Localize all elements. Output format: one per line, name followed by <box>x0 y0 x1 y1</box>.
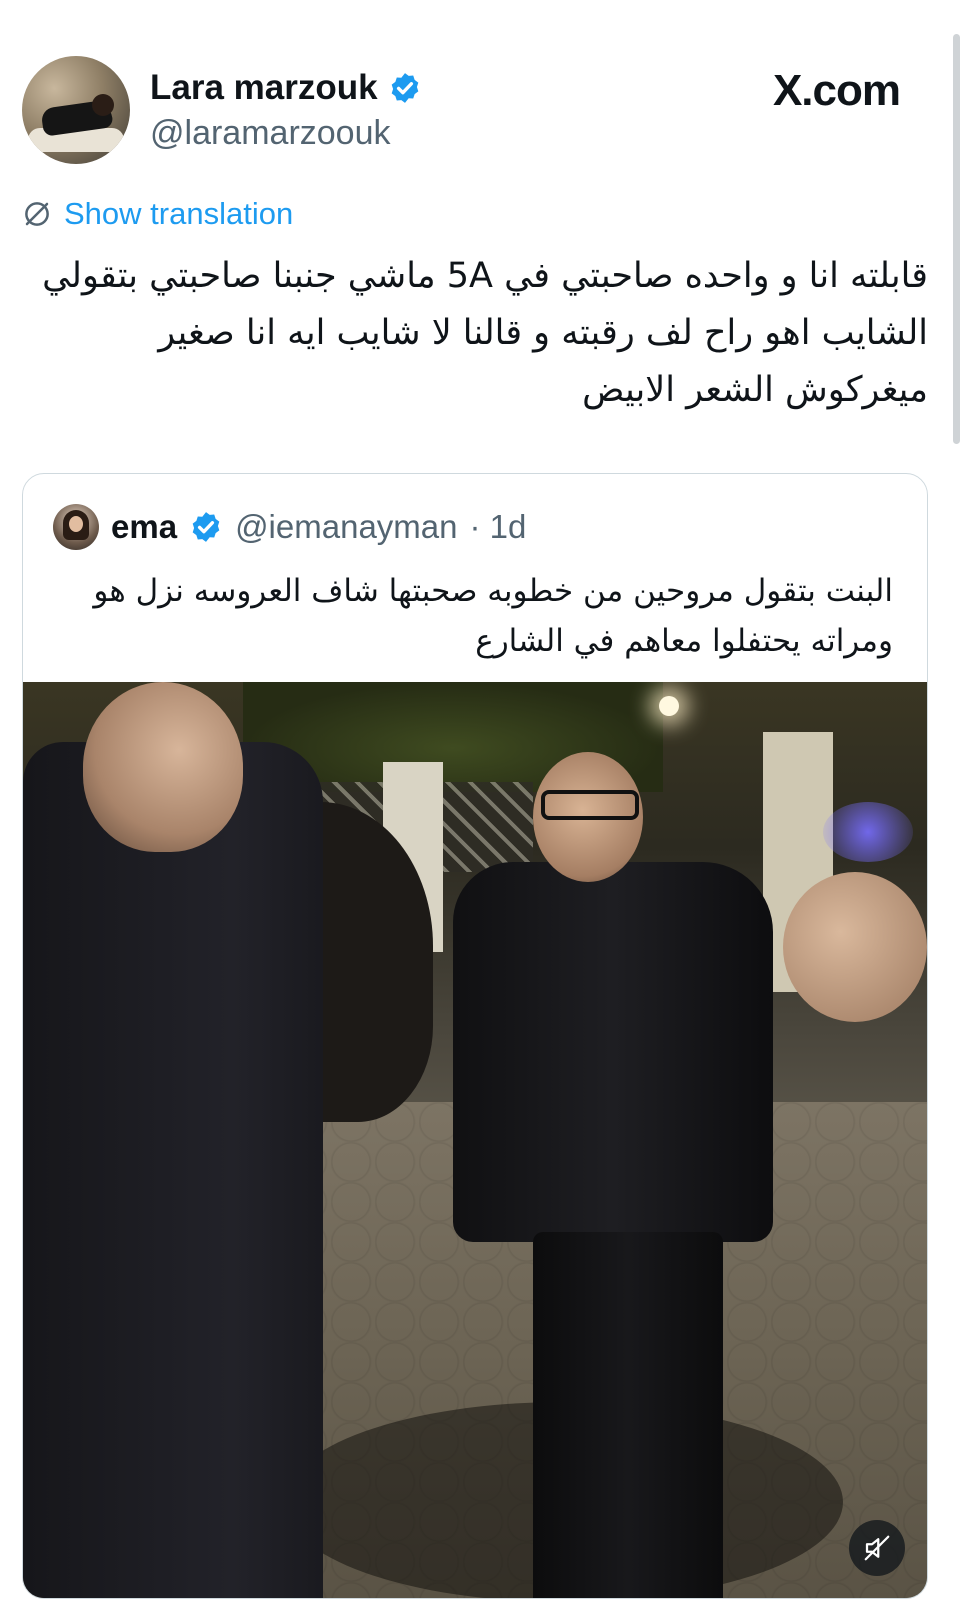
x-brand-logo: X.com <box>772 66 901 115</box>
scrollbar[interactable] <box>953 34 960 444</box>
mute-toggle-button[interactable] <box>849 1520 905 1576</box>
verified-badge-icon <box>391 73 418 103</box>
quoted-tweet-header: ema @iemanayman · 1d <box>53 504 526 550</box>
video-frame-detail <box>533 1232 723 1598</box>
video-frame-detail <box>23 742 323 1598</box>
tweet-body-text: قابلته انا و واحده صاحبتي في 5A ماشي جنب… <box>42 256 928 410</box>
author-handle[interactable]: @laramarzoouk <box>150 114 391 153</box>
video-frame-detail <box>83 682 243 852</box>
speaker-muted-icon <box>864 1535 890 1561</box>
author-display-name[interactable]: Lara marzouk <box>150 68 422 108</box>
video-frame-detail <box>541 790 639 820</box>
quoted-avatar-detail <box>69 516 83 532</box>
avatar-photo-detail <box>92 94 114 116</box>
quoted-tweet-text: البنت بتقول مروحين من خطوبه صحبتها شاف ا… <box>93 573 893 659</box>
show-translation-link[interactable]: Show translation <box>22 196 293 232</box>
video-frame-detail <box>823 802 913 862</box>
verified-badge-icon <box>192 512 220 542</box>
quoted-timestamp[interactable]: · 1d <box>470 508 527 546</box>
tweet-header: Lara marzouk @laramarzoouk X.com <box>22 56 922 166</box>
quoted-handle[interactable]: @iemanayman <box>235 508 457 546</box>
quoted-display-name[interactable]: ema <box>111 508 177 546</box>
quoted-video[interactable] <box>23 682 927 1598</box>
quoted-tweet-card[interactable]: ema @iemanayman · 1d البنت بتقول مروحين … <box>22 473 928 1599</box>
translate-globe-icon <box>25 202 49 226</box>
video-frame-detail <box>783 872 927 1022</box>
video-frame-detail <box>659 696 679 716</box>
video-frame-detail <box>423 752 773 1598</box>
quoted-avatar[interactable] <box>53 504 99 550</box>
video-frame-detail <box>453 862 773 1242</box>
avatar[interactable] <box>22 56 130 164</box>
show-translation-label: Show translation <box>64 196 294 231</box>
author-name-text: Lara marzouk <box>150 68 378 107</box>
